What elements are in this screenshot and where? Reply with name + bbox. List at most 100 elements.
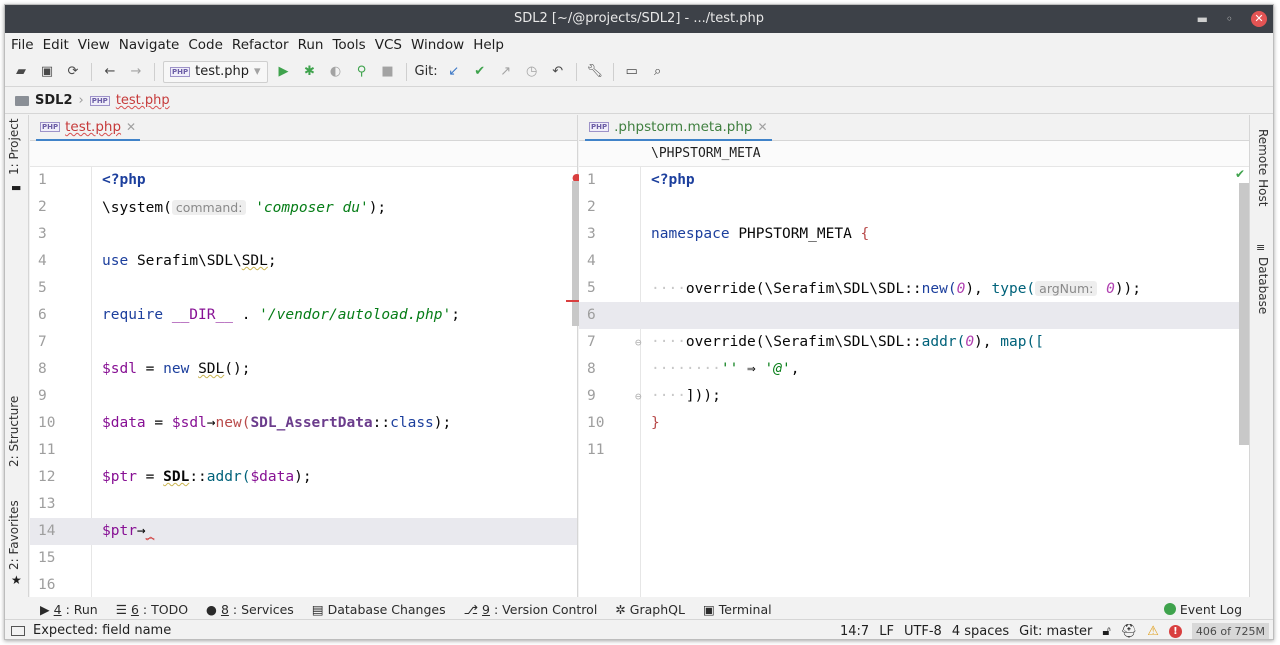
run-icon[interactable]: ▶ xyxy=(274,62,294,82)
menu-vcs[interactable]: VCS xyxy=(375,37,402,53)
terminal-icon: ▣ xyxy=(702,601,715,617)
tool-tab-structure[interactable]: 2: Structure xyxy=(7,396,21,467)
tool-tab-favorites[interactable]: 2: Favorites xyxy=(7,500,21,570)
lock-icon[interactable]: 🔓︎ xyxy=(1102,624,1110,639)
tool-window-todo[interactable]: ☰ 6: TODO xyxy=(116,602,188,617)
code-line: 1 <?php xyxy=(38,172,146,188)
tab-test-php[interactable]: PHP test.php ✕ xyxy=(36,115,141,141)
menu-help[interactable]: Help xyxy=(473,37,504,53)
code-line: 4 use Serafim\SDL\SDL; xyxy=(38,253,277,269)
php-file-icon: PHP xyxy=(40,122,61,132)
code-line-current: 14 $ptr→_ xyxy=(30,518,577,545)
restore-icon[interactable]: ◦ xyxy=(1226,5,1233,33)
coverage-icon[interactable]: ◐ xyxy=(326,62,346,82)
close-tab-icon[interactable]: ✕ xyxy=(757,120,767,134)
code-line: 2 \system(command: 'composer du'); xyxy=(38,199,387,216)
tool-window-services[interactable]: ● 8: Services xyxy=(206,602,294,617)
menu-refactor[interactable]: Refactor xyxy=(232,37,289,53)
database-icon: ≡ xyxy=(1256,241,1266,254)
tool-window-version-control[interactable]: ⎇ 9: Version Control xyxy=(464,602,598,617)
terminal-icon[interactable]: ▭ xyxy=(622,62,642,82)
code-line: 3 xyxy=(38,226,47,242)
navigation-bar: SDL2 › PHP test.php xyxy=(5,88,1273,114)
editor-breadcrumb[interactable]: \PHPSTORM_META xyxy=(579,141,1249,167)
menu-run[interactable]: Run xyxy=(298,37,324,53)
menu-view[interactable]: View xyxy=(78,37,110,53)
git-commit-icon[interactable]: ✔ xyxy=(470,62,490,82)
branch-icon: ⎇ xyxy=(463,601,479,617)
editor-right[interactable]: PHP .phpstorm.meta.php ✕ \PHPSTORM_META … xyxy=(579,115,1249,597)
tool-tab-project[interactable]: 1: Project xyxy=(7,118,21,175)
error-icon[interactable]: ! xyxy=(1168,624,1182,638)
memory-indicator[interactable]: 406 of 725M xyxy=(1191,622,1269,639)
code-line: 5 xyxy=(38,280,47,296)
indent-setting[interactable]: 4 spaces xyxy=(952,624,1009,639)
wrench-icon[interactable]: 🔧︎ xyxy=(585,62,605,82)
breadcrumb-file[interactable]: test.php xyxy=(116,93,170,108)
right-tool-strip: Remote Host ≡ Database xyxy=(1249,115,1273,597)
menu-tools[interactable]: Tools xyxy=(332,37,365,53)
check-icon: ✔ xyxy=(1234,167,1245,181)
menu-file[interactable]: File xyxy=(11,37,34,53)
php-file-icon: PHP xyxy=(89,95,110,106)
status-message: Expected: field name xyxy=(33,623,172,638)
close-tab-icon[interactable]: ✕ xyxy=(126,120,136,134)
error-marker[interactable] xyxy=(566,300,580,302)
forward-icon[interactable]: → xyxy=(126,62,146,82)
back-icon[interactable]: ← xyxy=(100,62,120,82)
tool-tab-remote-host[interactable]: Remote Host xyxy=(1256,129,1270,206)
code-line: 9 ⊖ ····])); xyxy=(579,383,1249,410)
menu-code[interactable]: Code xyxy=(188,37,223,53)
parameter-hint: argNum: xyxy=(1035,281,1098,296)
line-separator[interactable]: LF xyxy=(879,624,894,639)
toggle-tool-windows-icon[interactable] xyxy=(11,625,25,636)
tab-phpstorm-meta[interactable]: PHP .phpstorm.meta.php ✕ xyxy=(585,115,772,141)
menu-window[interactable]: Window xyxy=(411,37,464,53)
tool-window-terminal[interactable]: ▣ Terminal xyxy=(703,602,772,617)
git-update-icon[interactable]: ↙ xyxy=(444,62,464,82)
tool-window-database-changes[interactable]: ▤ Database Changes xyxy=(312,602,446,617)
inspector-icon[interactable]: ⛑︎ xyxy=(1121,624,1138,639)
debug-icon[interactable]: ✱ xyxy=(300,62,320,82)
rollback-icon[interactable]: ↶ xyxy=(548,62,568,82)
minimize-icon[interactable]: ▬ xyxy=(1197,5,1208,33)
code-line: 11 xyxy=(587,442,605,458)
tool-tab-database[interactable]: Database xyxy=(1256,257,1270,314)
warning-icon[interactable]: ⚠ xyxy=(1147,624,1159,639)
code-line: 8 ········'' ⇒ '@', xyxy=(587,361,800,377)
event-log-button[interactable]: Event Log xyxy=(1163,597,1242,621)
tab-label: .phpstorm.meta.php xyxy=(614,119,753,135)
search-icon[interactable]: ⌕ xyxy=(648,62,668,82)
git-branch[interactable]: Git: master xyxy=(1019,624,1092,639)
save-icon[interactable]: ▣ xyxy=(37,62,57,82)
tool-window-graphql[interactable]: ✲ GraphQL xyxy=(615,602,685,617)
window-title: SDL2 [~/@projects/SDL2] - .../test.php xyxy=(514,11,764,26)
breadcrumb-project[interactable]: SDL2 xyxy=(35,93,72,108)
caret-position[interactable]: 14:7 xyxy=(840,624,869,639)
menu-navigate[interactable]: Navigate xyxy=(119,37,180,53)
history-icon[interactable]: ◷ xyxy=(522,62,542,82)
code-line: 3 namespace PHPSTORM_META { xyxy=(587,226,870,242)
event-log-icon xyxy=(1163,603,1176,615)
fold-icon[interactable]: ⊖ xyxy=(635,329,642,356)
profile-icon[interactable]: ⚲ xyxy=(352,62,372,82)
fold-icon[interactable]: ⊖ xyxy=(635,383,642,410)
editor-left[interactable]: PHP test.php ✕ 1 <?php 2 \system(command: … xyxy=(30,115,582,597)
close-icon[interactable]: ✕ xyxy=(1251,11,1267,27)
code-line: 1 <?php xyxy=(587,172,695,188)
tool-window-run[interactable]: ▶ 4: Run xyxy=(40,602,98,617)
git-push-icon[interactable]: ↗ xyxy=(496,62,516,82)
sync-icon[interactable]: ⟳ xyxy=(63,62,83,82)
tab-label: test.php xyxy=(65,119,122,135)
file-encoding[interactable]: UTF-8 xyxy=(904,624,942,639)
namespace-crumb[interactable]: \PHPSTORM_META xyxy=(651,146,761,161)
stop-icon[interactable]: ■ xyxy=(378,62,398,82)
scrollbar-thumb[interactable] xyxy=(1239,183,1249,445)
run-configuration-select[interactable]: PHP test.php ▾ xyxy=(163,60,268,83)
open-folder-icon[interactable]: ▰ xyxy=(11,62,31,82)
toolbar-separator xyxy=(612,62,614,81)
left-tool-strip: 1: Project ▬ 2: Structure 2: Favorites ★ xyxy=(5,115,29,597)
menu-edit[interactable]: Edit xyxy=(43,37,69,53)
editor-breadcrumb xyxy=(30,141,577,167)
php-file-icon: PHP xyxy=(589,122,610,132)
